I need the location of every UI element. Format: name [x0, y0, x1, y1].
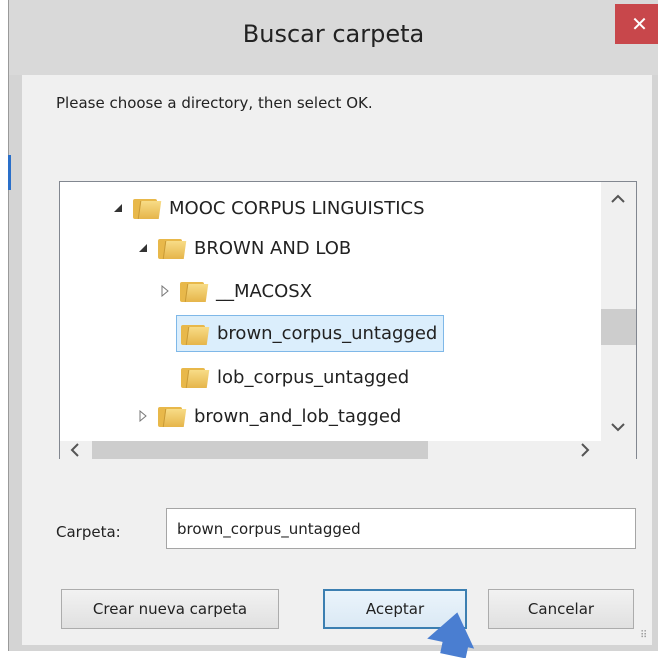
collapse-icon[interactable] [137, 410, 149, 422]
folder-icon [158, 237, 187, 259]
folder-icon [181, 366, 210, 388]
chevron-up-icon[interactable] [611, 192, 625, 208]
folder-icon [180, 280, 209, 302]
tree-item-label: lob_corpus_untagged [217, 366, 410, 388]
tree-item[interactable]: brown_and_lob_tagged [137, 401, 401, 431]
vertical-scroll-thumb[interactable] [601, 309, 636, 345]
instruction-text: Please choose a directory, then select O… [56, 94, 373, 112]
tree-item-label: BROWN AND LOB [194, 237, 352, 259]
cancel-button[interactable]: Cancelar [488, 589, 634, 629]
tree-item-label: __MACOSX [216, 280, 313, 302]
collapse-icon[interactable] [159, 285, 171, 297]
dialog-title: Buscar carpeta [242, 20, 425, 48]
tree-item[interactable]: MOOC CORPUS LINGUISTICS [112, 193, 425, 223]
folder-field-label: Carpeta: [56, 523, 121, 541]
tree-item-selected[interactable]: brown_corpus_untagged [176, 315, 445, 352]
chevron-left-icon[interactable] [70, 443, 80, 461]
tree-item[interactable]: BROWN AND LOB [137, 233, 351, 263]
close-icon: ✕ [631, 12, 648, 36]
folder-icon [158, 405, 187, 427]
folder-icon [133, 197, 162, 219]
chevron-right-icon[interactable] [580, 443, 590, 461]
tree-item-label: MOOC CORPUS LINGUISTICS [169, 197, 425, 219]
tree-item-label: brown_and_lob_tagged [194, 405, 402, 427]
resize-grip-icon[interactable]: ⠿ [640, 630, 647, 641]
chevron-down-icon[interactable] [611, 420, 625, 436]
tree-item[interactable]: __MACOSX [159, 276, 312, 306]
scrollbar-corner [601, 441, 636, 459]
tree-item[interactable]: lob_corpus_untagged [181, 362, 409, 392]
title-bar[interactable]: Buscar carpeta ✕ [9, 0, 658, 75]
expand-icon[interactable] [137, 242, 149, 254]
horizontal-scroll-thumb[interactable] [92, 441, 428, 459]
folder-icon [181, 323, 210, 345]
expand-icon[interactable] [112, 202, 124, 214]
close-button[interactable]: ✕ [615, 4, 658, 44]
new-folder-button[interactable]: Crear nueva carpeta [61, 589, 279, 629]
window-edge-accent [8, 155, 11, 190]
tree-item-label: brown_corpus_untagged [217, 323, 438, 344]
pointer-arrow-tail [440, 633, 470, 658]
folder-field[interactable] [166, 508, 636, 549]
